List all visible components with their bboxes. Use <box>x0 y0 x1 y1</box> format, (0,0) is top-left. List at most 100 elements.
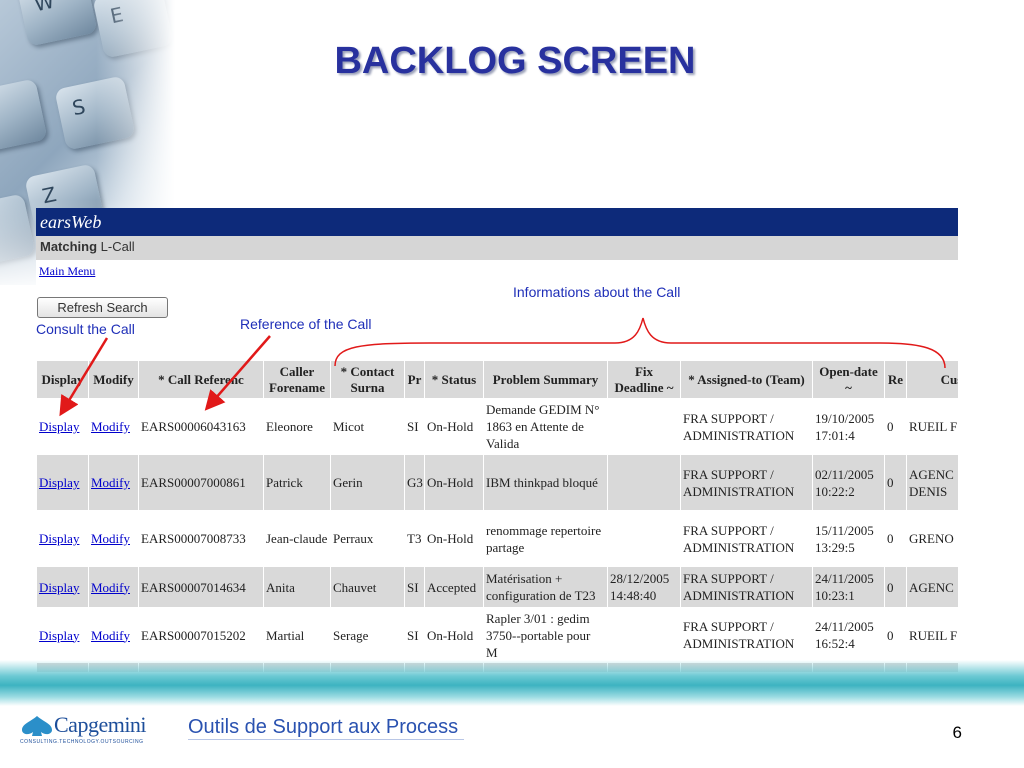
customer: AGENC DENIS <box>906 454 958 511</box>
brand-name: Capgemini <box>54 712 147 737</box>
slide-title: BACKLOG SCREEN <box>334 40 696 82</box>
priority: T3 <box>404 510 425 567</box>
subtitle-rest: L-Call <box>97 239 135 254</box>
call-reference: EARS00006043163 <box>138 398 264 455</box>
table-header-row: Display Modify * Call Referenc Caller Fo… <box>36 360 958 399</box>
col-header-assigned-to[interactable]: * Assigned-to (Team) <box>680 360 813 399</box>
col-header-call-reference[interactable]: * Call Referenc <box>138 360 264 399</box>
customer: GRENO <box>906 510 958 567</box>
app-window: earsWeb Matching L-Call Main Menu Refres… <box>36 208 958 674</box>
col-header-customer[interactable]: Cus <box>906 360 958 399</box>
col-header-modify[interactable]: Modify <box>88 360 139 399</box>
footer-band <box>0 660 1024 706</box>
col-header-caller-forename[interactable]: Caller Forename <box>263 360 331 399</box>
customer: RUEIL F <box>906 607 958 663</box>
contact-surname: Chauvet <box>330 566 405 608</box>
display-link[interactable]: Display <box>39 580 79 595</box>
calls-table: Display Modify * Call Referenc Caller Fo… <box>36 360 958 673</box>
call-reference: EARS00007000861 <box>138 454 264 511</box>
display-link[interactable]: Display <box>39 628 79 643</box>
status: On-Hold <box>424 510 484 567</box>
open-date: 02/11/2005 10:22:2 <box>812 454 885 511</box>
brand-tagline: CONSULTING.TECHNOLOGY.OUTSOURCING <box>20 739 144 745</box>
col-header-re[interactable]: Re <box>884 360 907 399</box>
re-count: 0 <box>884 607 907 663</box>
assigned-to: FRA SUPPORT / ADMINISTRATION <box>680 398 813 455</box>
footer-title: Outils de Support aux Process <box>188 716 465 740</box>
problem-summary: renommage repertoire partage <box>483 510 608 567</box>
caller-forename: Jean-claude <box>263 510 331 567</box>
contact-surname: Perraux <box>330 510 405 567</box>
fix-deadline: 28/12/2005 14:48:40 <box>607 566 681 608</box>
table-row: Display Modify EARS00006043163 Eleonore … <box>36 398 958 455</box>
assigned-to: FRA SUPPORT / ADMINISTRATION <box>680 454 813 511</box>
open-date: 15/11/2005 13:29:5 <box>812 510 885 567</box>
modify-link[interactable]: Modify <box>91 419 130 434</box>
problem-summary: Matérisation + configuration de T23 <box>483 566 608 608</box>
refresh-search-button[interactable]: Refresh Search <box>37 297 168 318</box>
re-count: 0 <box>884 398 907 455</box>
priority: SI <box>404 566 425 608</box>
call-reference: EARS00007015202 <box>138 607 264 663</box>
col-header-status[interactable]: * Status <box>424 360 484 399</box>
open-date: 24/11/2005 10:23:1 <box>812 566 885 608</box>
re-count: 0 <box>884 566 907 608</box>
fix-deadline <box>607 398 681 455</box>
assigned-to: FRA SUPPORT / ADMINISTRATION <box>680 566 813 608</box>
table-row: Display Modify EARS00007015202 Martial S… <box>36 607 958 663</box>
main-menu-link[interactable]: Main Menu <box>39 264 95 279</box>
customer: AGENC <box>906 566 958 608</box>
display-link[interactable]: Display <box>39 419 79 434</box>
caller-forename: Anita <box>263 566 331 608</box>
capgemini-logo: Capgemini CONSULTING.TECHNOLOGY.OUTSOURC… <box>20 712 150 748</box>
subtitle-bold: Matching <box>40 239 98 254</box>
caller-forename: Eleonore <box>263 398 331 455</box>
display-link[interactable]: Display <box>39 475 79 490</box>
fix-deadline <box>607 510 681 567</box>
open-date: 24/11/2005 16:52:4 <box>812 607 885 663</box>
problem-summary: Demande GEDIM N° 1863 en Attente de Vali… <box>483 398 608 455</box>
status: Accepted <box>424 566 484 608</box>
modify-link[interactable]: Modify <box>91 580 130 595</box>
fix-deadline <box>607 607 681 663</box>
customer: RUEIL F <box>906 398 958 455</box>
status: On-Hold <box>424 398 484 455</box>
problem-summary: IBM thinkpad bloqué <box>483 454 608 511</box>
table-row: Display Modify EARS00007000861 Patrick G… <box>36 454 958 511</box>
caller-forename: Patrick <box>263 454 331 511</box>
modify-link[interactable]: Modify <box>91 531 130 546</box>
page-number: 6 <box>952 723 962 742</box>
col-header-open-date[interactable]: Open-date ~ <box>812 360 885 399</box>
re-count: 0 <box>884 510 907 567</box>
priority: G3 <box>404 454 425 511</box>
status: On-Hold <box>424 454 484 511</box>
assigned-to: FRA SUPPORT / ADMINISTRATION <box>680 607 813 663</box>
fix-deadline <box>607 454 681 511</box>
annotation-call-reference: Reference of the Call <box>240 316 372 332</box>
col-header-priority[interactable]: Pr <box>404 360 425 399</box>
table-row: Display Modify EARS00007008733 Jean-clau… <box>36 510 958 567</box>
contact-surname: Micot <box>330 398 405 455</box>
priority: SI <box>404 607 425 663</box>
modify-link[interactable]: Modify <box>91 628 130 643</box>
contact-surname: Gerin <box>330 454 405 511</box>
col-header-problem-summary[interactable]: Problem Summary <box>483 360 608 399</box>
open-date: 19/10/2005 17:01:4 <box>812 398 885 455</box>
problem-summary: Rapler 3/01 : gedim 3750--portable pour … <box>483 607 608 663</box>
status: On-Hold <box>424 607 484 663</box>
display-link[interactable]: Display <box>39 531 79 546</box>
col-header-fix-deadline[interactable]: Fix Deadline ~ <box>607 360 681 399</box>
app-logo: earsWeb <box>40 212 102 232</box>
caller-forename: Martial <box>263 607 331 663</box>
call-reference: EARS00007014634 <box>138 566 264 608</box>
col-header-display[interactable]: Display <box>36 360 89 399</box>
priority: SI <box>404 398 425 455</box>
col-header-contact-surname[interactable]: * Contact Surna <box>330 360 405 399</box>
annotation-call-information: Informations about the Call <box>513 284 681 300</box>
re-count: 0 <box>884 454 907 511</box>
modify-link[interactable]: Modify <box>91 475 130 490</box>
app-subtitle: Matching L-Call <box>36 236 958 260</box>
assigned-to: FRA SUPPORT / ADMINISTRATION <box>680 510 813 567</box>
table-row: Display Modify EARS00007014634 Anita Cha… <box>36 566 958 608</box>
contact-surname: Serage <box>330 607 405 663</box>
